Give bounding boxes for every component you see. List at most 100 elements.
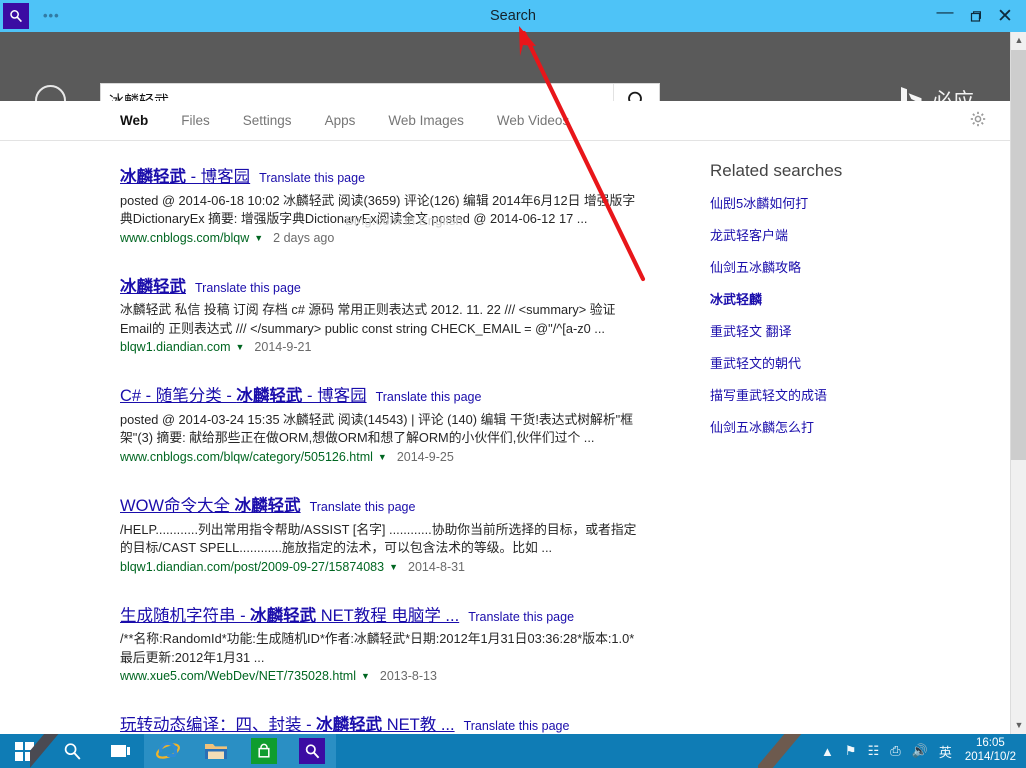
result-title-line: C# - 随笔分类 - 冰麟轻武 - 博客园 Translate this pag… (120, 386, 645, 407)
result-title-link[interactable]: C# - 随笔分类 - 冰麟轻武 - 博客园 (120, 387, 367, 405)
store-icon (251, 738, 277, 764)
search-header: ← 必应 (0, 32, 1026, 118)
show-hidden-icons-icon[interactable]: ▲ (821, 744, 834, 759)
result-title-line: 冰麟轻武 - 博客园 Translate this page (120, 167, 645, 188)
scrollbar-thumb[interactable] (1011, 50, 1026, 460)
desktop-wallpaper-streak (758, 734, 828, 768)
translate-this-page-link[interactable]: Translate this page (468, 610, 574, 624)
result-menu-caret-icon[interactable]: ▼ (361, 671, 370, 681)
search-tabs: Web Files Settings Apps Web Images Web V… (0, 101, 1010, 141)
tab-web-videos[interactable]: Web Videos (497, 113, 569, 128)
window-title: Search (490, 8, 536, 24)
volume-icon[interactable]: 🔊 (912, 743, 928, 759)
translate-this-page-link[interactable]: Translate this page (464, 719, 570, 733)
clock-date: 2014/10/2 (964, 751, 1016, 763)
result-url[interactable]: www.cnblogs.com/blqw/category/505126.htm… (120, 450, 373, 464)
result-url-line: www.cnblogs.com/blqw/category/505126.htm… (120, 450, 645, 464)
result-title-line: 冰麟轻武 Translate this page (120, 277, 645, 298)
result-title-link[interactable]: 生成随机字符串 - 冰麟轻武 NET教程 电脑学 ... (120, 607, 459, 625)
minimize-button[interactable]: — (930, 1, 960, 31)
clock-time: 16:05 (976, 737, 1005, 750)
tab-settings[interactable]: Settings (243, 113, 292, 128)
related-search-link[interactable]: 仙剑五冰麟怎么打 (710, 417, 940, 436)
network-icon[interactable]: ☷ (868, 743, 880, 759)
taskbar-internet-explorer-button[interactable] (144, 734, 192, 768)
result-title-text: WOW命令大全 (120, 496, 235, 515)
translate-this-page-link[interactable]: Translate this page (376, 390, 482, 404)
result-menu-caret-icon[interactable]: ▼ (236, 342, 245, 352)
result-menu-caret-icon[interactable]: ▼ (254, 233, 263, 243)
result-title-highlight: 冰麟轻武 (120, 277, 186, 296)
related-searches-list: 仙刡5冰麟如何打 龙武轻客户端 仙剑五冰麟攻略 冰武轻麟重武轻文 翻译 重武轻文的朝代描… (710, 193, 940, 436)
related-search-link[interactable]: 重武轻文的朝代 (710, 353, 940, 372)
ime-language-indicator[interactable]: 英 (939, 742, 952, 761)
result-title-text: - 博客园 (302, 387, 367, 406)
search-app-icon (299, 738, 325, 764)
result-title-link[interactable]: 玩转动态编译：四、封装 - 冰麟轻武 NET教 ... (120, 716, 455, 734)
result-menu-caret-icon[interactable]: ▼ (389, 562, 398, 572)
task-view-icon (110, 744, 130, 757)
related-searches-panel: Related searches 仙刡5冰麟如何打 龙武轻客户端 仙剑五冰麟攻略 冰武… (710, 161, 940, 449)
result-url-line: www.cnblogs.com/blqw ▼ 2 days ago (120, 231, 645, 245)
desktop: ••• Search — ✕ ← (0, 0, 1026, 768)
taskbar-file-explorer-button[interactable] (192, 734, 240, 768)
close-button[interactable]: ✕ (990, 1, 1020, 31)
flag-icon[interactable]: ⚑ (845, 743, 857, 759)
tab-web[interactable]: Web (120, 113, 148, 128)
page-scrollbar[interactable]: ▲ ▼ (1010, 32, 1026, 734)
settings-gear-icon[interactable] (970, 111, 986, 132)
related-search-link[interactable]: 仙剑五冰麟攻略 (710, 257, 940, 276)
related-search-link[interactable]: 龙武轻客户端 (710, 225, 940, 244)
result-date: 2013-8-13 (379, 669, 437, 684)
result-url[interactable]: blqw1.diandian.com/post/2009-09-27/15874… (120, 560, 384, 574)
restore-button[interactable] (960, 1, 990, 31)
search-result: 生成随机字符串 - 冰麟轻武 NET教程 电脑学 ... Translate th… (120, 606, 645, 684)
translate-this-page-link[interactable]: Translate this page (195, 281, 301, 295)
scroll-down-icon[interactable]: ▼ (1011, 717, 1026, 734)
related-search-link[interactable]: 重武轻文 翻译 (710, 321, 940, 340)
result-date: 2014-8-31 (408, 559, 466, 574)
tab-apps[interactable]: Apps (325, 113, 356, 128)
search-result: 冰麟轻武 - 博客园 Translate this page posted @ 20… (120, 167, 645, 245)
taskbar-search-app-button[interactable] (288, 734, 336, 768)
result-title-highlight: 冰麟轻武 (120, 168, 186, 186)
system-tray: ▲ ⚑ ☷ ⎙ 🔊 英 16:05 2014/10/2 (821, 737, 1026, 764)
result-title-text: - 博客园 (186, 168, 251, 186)
result-title-highlight: 冰麟轻武 (234, 496, 301, 515)
tab-files[interactable]: Files (181, 113, 210, 128)
tab-web-images[interactable]: Web Images (388, 113, 464, 128)
result-url-line: www.xue5.com/WebDev/NET/735028.html ▼ 2013… (120, 669, 645, 683)
result-url[interactable]: www.cnblogs.com/blqw (120, 231, 249, 245)
result-title-text: C# - 随笔分类 - (120, 387, 237, 406)
result-menu-caret-icon[interactable]: ▼ (378, 452, 387, 462)
result-title-text: 生成随机字符串 - (120, 606, 251, 625)
action-center-icon[interactable]: ⎙ (890, 743, 900, 759)
result-snippet: /**名称:RandomId*功能:生成随机ID*作者:冰麟轻武*日期:2012… (120, 631, 635, 665)
search-result: WOW命令大全 冰麟轻武 Translate this page/HELP....… (120, 496, 645, 574)
result-url-line: blqw1.diandian.com ▼ 2014-9-21 (120, 340, 645, 354)
result-snippet: 冰麟轻武 私信 投稿 订阅 存档 c# 源码 常用正则表达式 2012. 11.… (120, 302, 616, 336)
result-url[interactable]: blqw1.diandian.com (120, 340, 231, 354)
translate-this-page-link[interactable]: Translate this page (310, 500, 416, 514)
window-controls: — ✕ (930, 0, 1026, 32)
related-searches-heading: Related searches (710, 161, 843, 180)
result-title-link[interactable]: WOW命令大全 冰麟轻武 (120, 497, 301, 515)
result-title-link[interactable]: 冰麟轻武 (120, 278, 186, 296)
result-date: 2014-9-21 (254, 340, 312, 355)
clock[interactable]: 16:05 2014/10/2 (963, 737, 1016, 764)
result-url-line: blqw1.diandian.com/post/2009-09-27/15874… (120, 560, 645, 574)
file-explorer-icon (203, 738, 229, 764)
translate-this-page-link[interactable]: Translate this page (259, 171, 365, 185)
taskbar-store-button[interactable] (240, 734, 288, 768)
result-title-link[interactable]: 冰麟轻武 - 博客园 (120, 168, 250, 186)
task-view-button[interactable] (96, 734, 144, 768)
result-title-text: 玩转动态编译：四、封装 - (120, 716, 317, 734)
related-search-link[interactable]: 冰武轻麟 (710, 289, 940, 308)
result-url[interactable]: www.xue5.com/WebDev/NET/735028.html (120, 669, 356, 683)
related-search-link[interactable]: 仙刡5冰麟如何打 (710, 193, 940, 212)
scroll-up-icon[interactable]: ▲ (1011, 32, 1026, 49)
related-search-link[interactable]: 描写重武轻文的成语 (710, 385, 940, 404)
search-results-page: Web Files Settings Apps Web Images Web V… (0, 101, 1010, 734)
internet-explorer-icon (155, 738, 181, 764)
result-title-highlight: 冰麟轻武 (316, 716, 383, 734)
